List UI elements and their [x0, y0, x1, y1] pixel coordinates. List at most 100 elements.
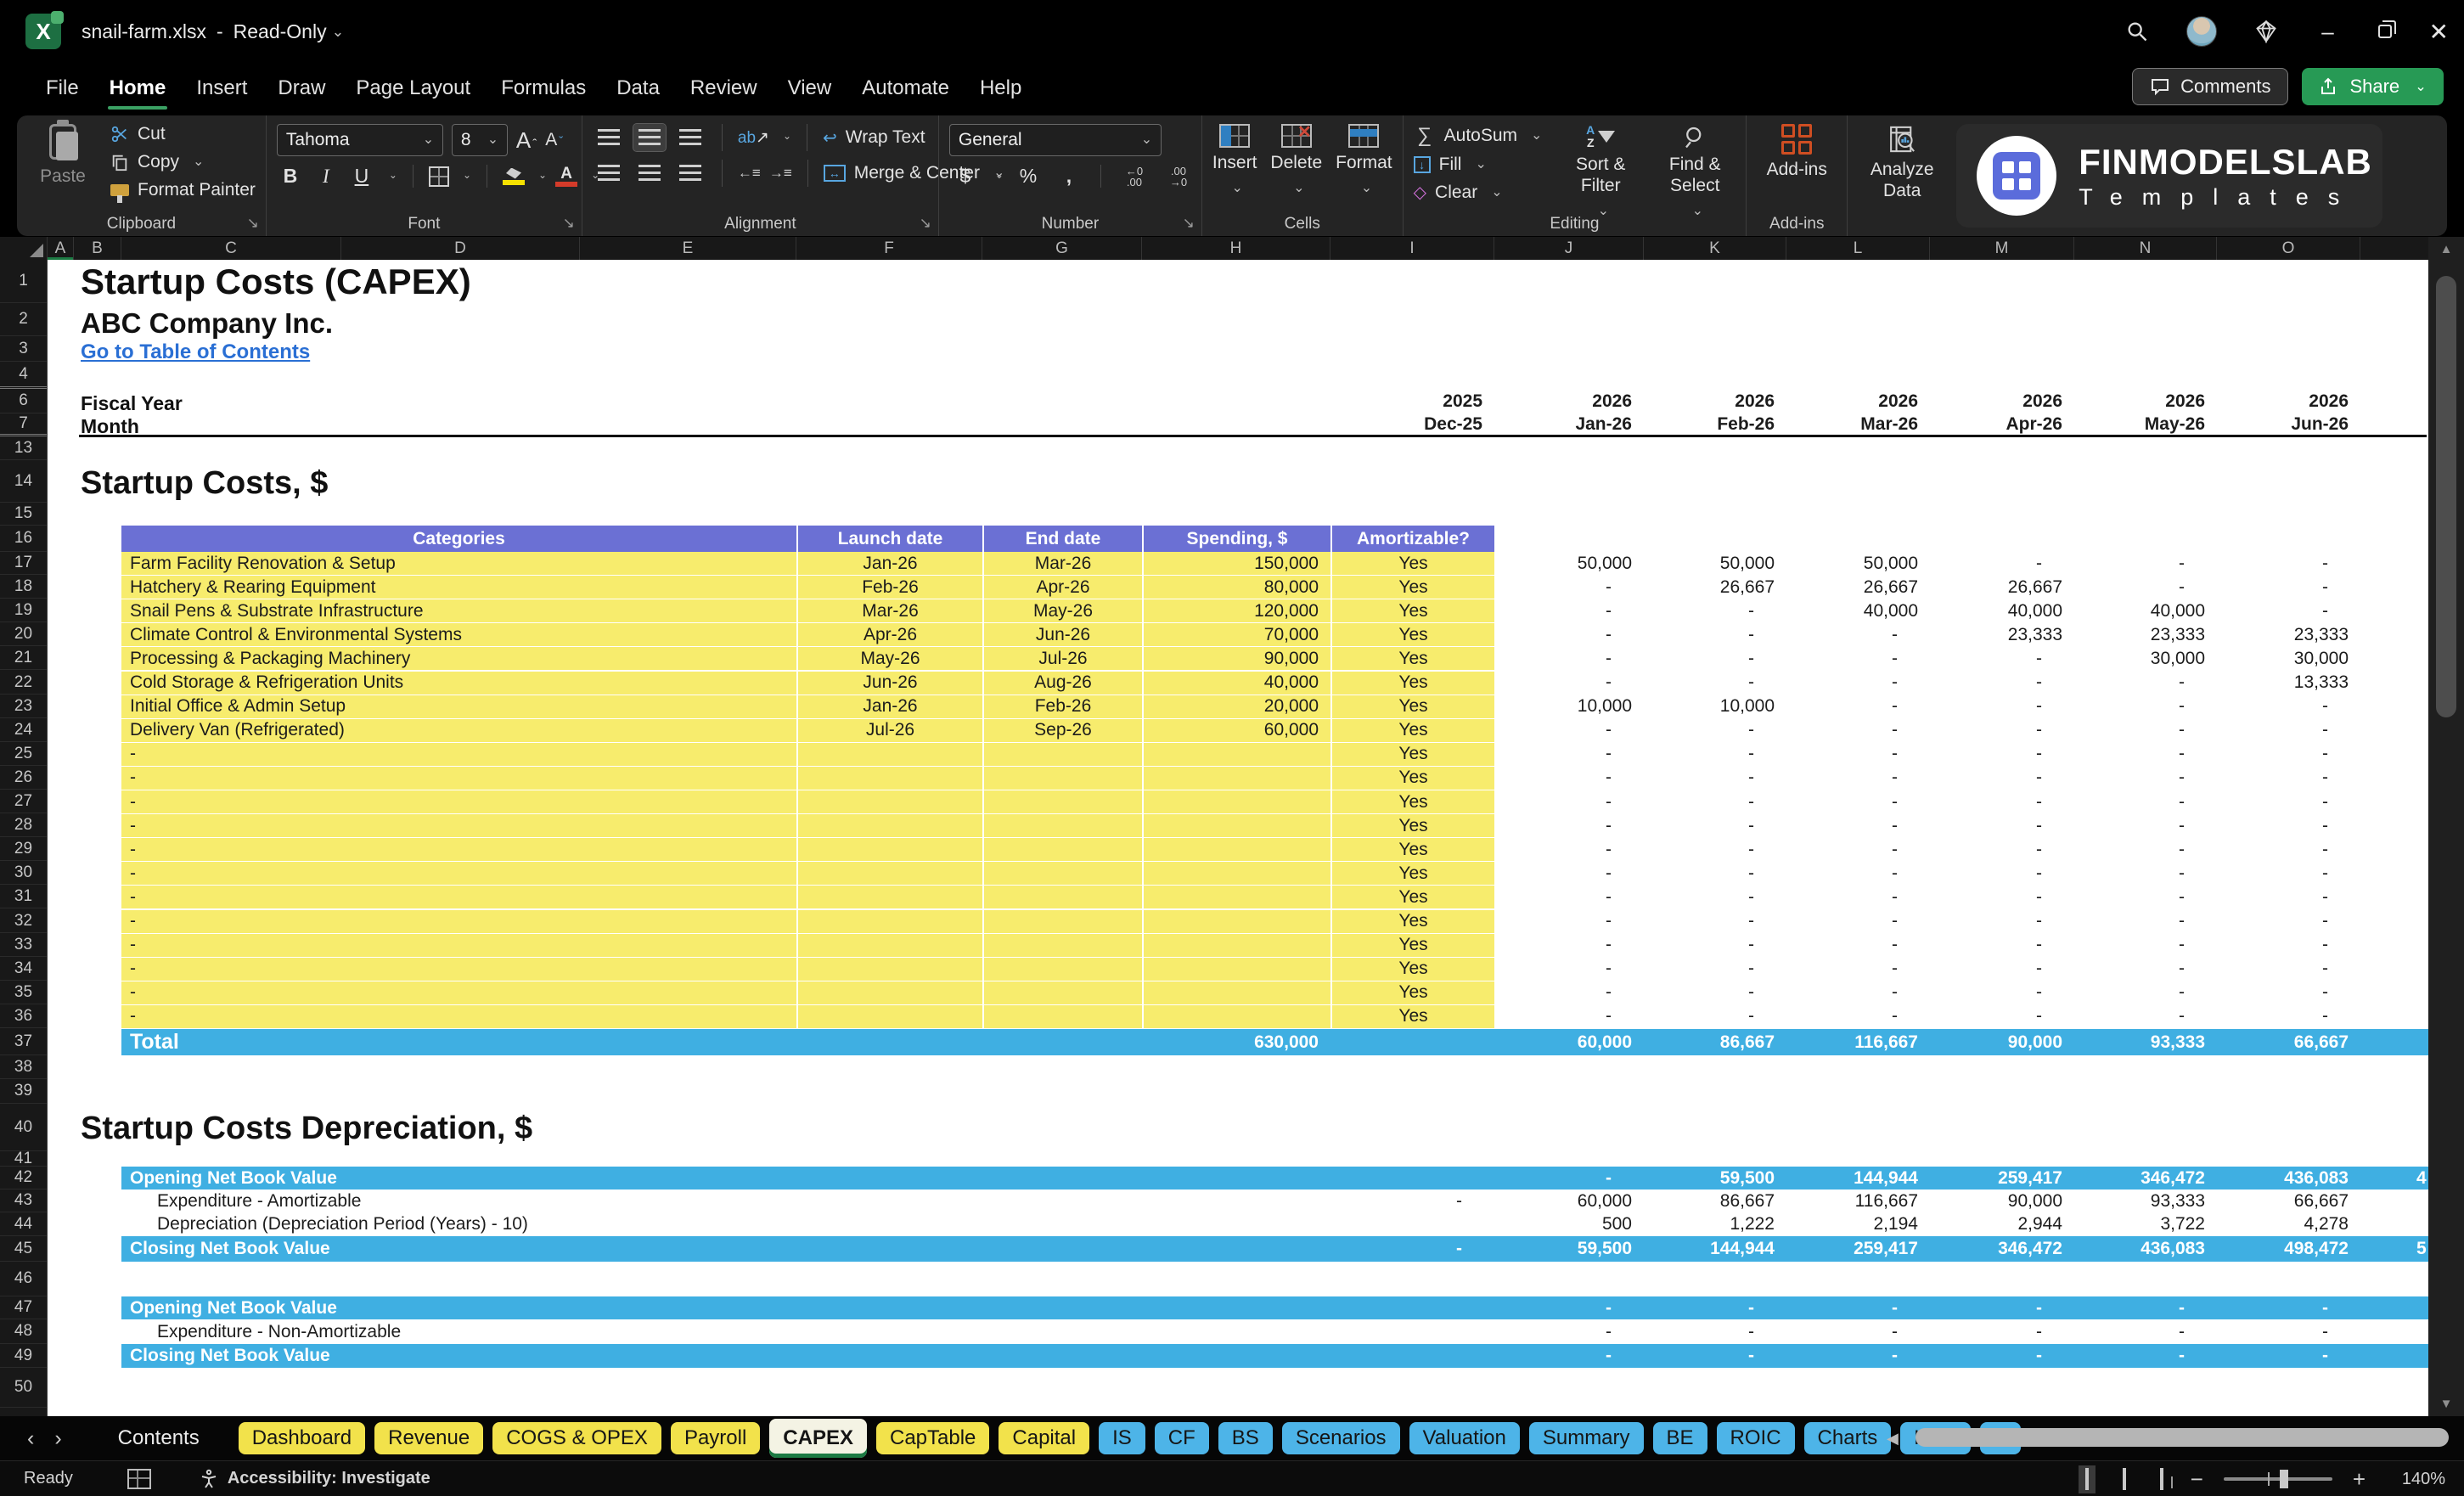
month-value-cell[interactable]: - — [1930, 886, 2074, 908]
month-value-cell[interactable]: - — [1930, 910, 2074, 933]
total-month-value[interactable]: 86,667 — [1644, 1029, 1786, 1055]
category-cell[interactable]: - — [121, 886, 796, 908]
depreciation-i-cell[interactable]: - — [1330, 1236, 1494, 1262]
depreciation-month-value[interactable]: 2,944 — [1930, 1212, 2074, 1236]
month-value-cell[interactable]: - — [2217, 838, 2360, 861]
month-value-cell[interactable]: 26,667 — [1786, 576, 1930, 599]
page-layout-view-button[interactable] — [2116, 1465, 2133, 1493]
month-value-cell[interactable]: - — [2074, 1005, 2217, 1028]
amortizable-cell[interactable]: Yes — [1330, 981, 1494, 1004]
month-value-cell[interactable]: 26,667 — [1644, 576, 1786, 599]
month-value-cell[interactable]: - — [1930, 958, 2074, 981]
fiscal-month-value[interactable]: Apr-26 — [1930, 413, 2074, 436]
spending-cell[interactable] — [1142, 790, 1330, 813]
end-date-cell[interactable] — [982, 933, 1142, 957]
launch-date-cell[interactable]: Jun-26 — [796, 671, 982, 695]
sheet-tab-cf[interactable]: CF — [1154, 1422, 1209, 1454]
month-value-cell[interactable]: - — [2074, 767, 2217, 790]
month-value-cell[interactable]: - — [1494, 767, 1644, 790]
amortizable-cell[interactable]: Yes — [1330, 766, 1494, 790]
fiscal-year-value[interactable]: 2026 — [1494, 389, 1644, 413]
fiscal-month-value[interactable]: May-26 — [2074, 413, 2217, 436]
month-value-cell[interactable]: - — [1644, 647, 1786, 670]
fiscal-year-value[interactable]: 2026 — [2074, 389, 2217, 413]
month-value-cell[interactable]: - — [1494, 910, 1644, 933]
depreciation-month-value[interactable]: - — [1644, 1296, 1786, 1319]
end-date-cell[interactable] — [982, 814, 1142, 838]
amortizable-cell[interactable]: Yes — [1330, 957, 1494, 981]
category-cell[interactable]: Initial Office & Admin Setup — [121, 695, 796, 718]
launch-date-cell[interactable]: Feb-26 — [796, 576, 982, 599]
fiscal-month-value[interactable]: Jun-26 — [2217, 413, 2360, 436]
month-value-cell[interactable]: - — [1930, 790, 2074, 813]
spending-cell[interactable] — [1142, 909, 1330, 933]
month-value-cell[interactable]: - — [1494, 576, 1644, 599]
sheet-tab-dashboard[interactable]: Dashboard — [238, 1422, 366, 1454]
depreciation-month-value[interactable]: - — [1930, 1296, 2074, 1319]
month-value-cell[interactable]: - — [1786, 672, 1930, 695]
launch-date-cell[interactable] — [796, 981, 982, 1004]
month-value-cell[interactable]: - — [1930, 552, 2074, 575]
table-header-cell[interactable]: Categories — [121, 526, 796, 552]
zoom-out-button[interactable]: − — [2191, 1466, 2203, 1493]
vertical-scrollbar[interactable]: ▲ ▼ — [2428, 237, 2464, 1416]
amortizable-cell[interactable]: Yes — [1330, 671, 1494, 695]
month-value-cell[interactable]: - — [1930, 814, 2074, 837]
category-cell[interactable]: - — [121, 910, 796, 933]
month-value-cell[interactable]: - — [1644, 814, 1786, 837]
category-cell[interactable]: Hatchery & Rearing Equipment — [121, 576, 796, 599]
month-value-cell[interactable]: - — [1786, 1005, 1930, 1028]
month-value-cell[interactable]: - — [1494, 623, 1644, 646]
launch-date-cell[interactable] — [796, 933, 982, 957]
month-value-cell[interactable]: - — [1644, 719, 1786, 742]
month-value-cell[interactable]: - — [1494, 886, 1644, 908]
end-date-cell[interactable]: Feb-26 — [982, 695, 1142, 718]
month-value-cell[interactable]: 10,000 — [1494, 695, 1644, 718]
month-value-cell[interactable]: - — [1786, 814, 1930, 837]
prev-sheet-icon[interactable]: ‹ — [17, 1426, 44, 1451]
month-value-cell[interactable]: - — [2217, 981, 2360, 1004]
fiscal-year-value[interactable]: 2026 — [1786, 389, 1930, 413]
amortizable-cell[interactable]: Yes — [1330, 718, 1494, 742]
sheet-tab-captable[interactable]: CapTable — [875, 1422, 990, 1454]
spending-cell[interactable] — [1142, 742, 1330, 766]
depreciation-label[interactable]: Depreciation (Depreciation Period (Years… — [121, 1212, 818, 1236]
month-value-cell[interactable]: - — [2074, 862, 2217, 885]
month-value-cell[interactable]: - — [2074, 981, 2217, 1004]
sheet-tab-revenue[interactable]: Revenue — [374, 1422, 484, 1454]
depreciation-partial-value[interactable]: 4 — [2416, 1167, 2428, 1189]
table-header-cell[interactable]: Launch date — [796, 526, 982, 552]
launch-date-cell[interactable] — [796, 909, 982, 933]
month-value-cell[interactable]: - — [1644, 838, 1786, 861]
month-value-cell[interactable]: - — [1786, 743, 1930, 766]
table-header-cell[interactable]: Amortizable? — [1330, 526, 1494, 552]
month-value-cell[interactable]: 26,667 — [1930, 576, 2074, 599]
depreciation-partial-value[interactable]: 5 — [2416, 1236, 2428, 1262]
month-value-cell[interactable]: 23,333 — [1930, 623, 2074, 646]
vertical-scrollbar-thumb[interactable] — [2436, 276, 2456, 717]
category-cell[interactable]: - — [121, 862, 796, 885]
end-date-cell[interactable] — [982, 790, 1142, 813]
accessibility-status[interactable]: Accessibility: Investigate — [199, 1469, 430, 1489]
month-value-cell[interactable]: 30,000 — [2074, 647, 2217, 670]
category-cell[interactable]: - — [121, 743, 796, 766]
month-value-cell[interactable]: - — [1930, 647, 2074, 670]
category-cell[interactable]: - — [121, 958, 796, 981]
category-cell[interactable]: - — [121, 981, 796, 1004]
month-value-cell[interactable]: - — [1644, 743, 1786, 766]
month-value-cell[interactable]: - — [1644, 958, 1786, 981]
month-value-cell[interactable]: - — [1644, 886, 1786, 908]
month-value-cell[interactable]: 30,000 — [2217, 647, 2360, 670]
depreciation-month-value[interactable]: - — [2217, 1319, 2360, 1344]
month-value-cell[interactable]: - — [1644, 1005, 1786, 1028]
month-value-cell[interactable]: - — [1644, 981, 1786, 1004]
month-value-cell[interactable]: - — [1786, 958, 1930, 981]
month-value-cell[interactable]: 10,000 — [1644, 695, 1786, 718]
depreciation-month-value[interactable]: - — [1494, 1167, 1644, 1189]
month-value-cell[interactable]: - — [1494, 719, 1644, 742]
spending-cell[interactable] — [1142, 862, 1330, 886]
depreciation-month-value[interactable]: 436,083 — [2074, 1236, 2217, 1262]
zoom-slider-thumb[interactable] — [2279, 1470, 2288, 1488]
month-value-cell[interactable]: - — [1930, 862, 2074, 885]
depreciation-month-value[interactable]: 436,083 — [2217, 1167, 2360, 1189]
